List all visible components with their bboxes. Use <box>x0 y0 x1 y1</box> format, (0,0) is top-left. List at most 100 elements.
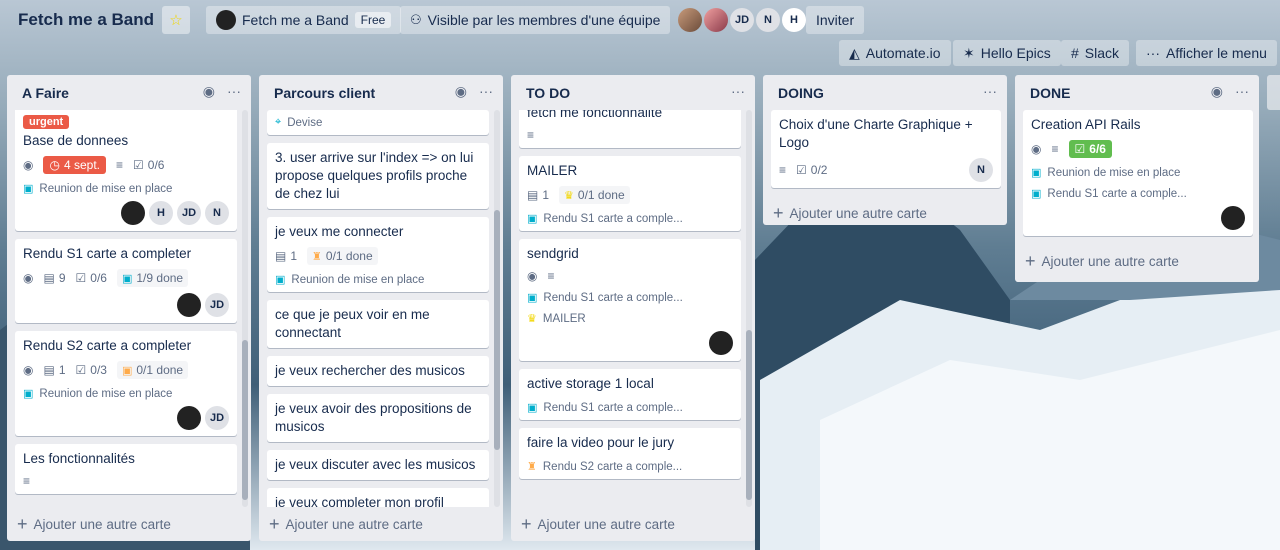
card-link[interactable]: Rendu S1 carte a comple... <box>543 213 682 225</box>
workspace-logo-icon <box>216 10 236 30</box>
watch-icon: ◉ <box>23 271 34 285</box>
slack-button[interactable]: # Slack <box>1061 40 1130 66</box>
list-menu-icon[interactable]: ··· <box>227 83 241 100</box>
card-link[interactable]: Reunion de mise en place <box>291 274 424 286</box>
member-avatar[interactable] <box>678 8 702 32</box>
description-icon: ≡ <box>23 474 31 488</box>
visibility-button[interactable]: ⚇ Visible par les membres d'une équipe <box>400 6 671 34</box>
card-link[interactable]: Rendu S1 carte a comple... <box>543 402 682 414</box>
list-title[interactable]: DONE <box>1030 85 1070 101</box>
card[interactable]: urgent Base de donnees ◉ ◷ 4 sept. ≡ ☑ 0/6… <box>15 110 237 231</box>
list-scrollbar[interactable] <box>242 110 248 507</box>
automate-button[interactable]: ◭ Automate.io <box>839 40 951 66</box>
card-link-icon: ⌖ <box>275 116 282 128</box>
card-title: fetch me fonctionnalite <box>527 110 663 120</box>
list-title[interactable]: A Faire <box>22 85 69 101</box>
checklist-badge: ☑ 0/3 <box>75 363 107 377</box>
member-avatar[interactable]: N <box>969 158 993 182</box>
card[interactable]: je veux discuter avec les musicos <box>267 450 489 480</box>
card-link[interactable]: MAILER <box>543 313 586 325</box>
board-title[interactable]: Fetch me a Band <box>18 10 154 30</box>
list-menu-icon[interactable]: ··· <box>731 83 745 99</box>
list-scrollbar[interactable] <box>746 110 752 507</box>
card[interactable]: Choix d'une Charte Graphique + Logo ≡ ☑ 0… <box>771 110 1001 188</box>
add-card-button[interactable]: + Ajouter une autre carte <box>1015 244 1259 278</box>
attachment-icon: ▤ <box>527 188 539 202</box>
list-title[interactable]: TO DO <box>526 85 570 101</box>
member-avatar[interactable]: JD <box>730 8 754 32</box>
workspace-button[interactable]: Fetch me a Band Free <box>206 6 402 34</box>
progress-badge: ♜ 0/1 done <box>307 247 378 265</box>
card[interactable]: sendgrid ◉ ≡ ▣ Rendu S1 carte a comple...… <box>519 239 741 361</box>
list-parcours-client: Parcours client ◉ ··· ⌖ Devise 3. user arr… <box>259 75 503 541</box>
show-menu-button[interactable]: ··· Afficher le menu <box>1136 40 1277 66</box>
add-card-button[interactable]: + Ajouter une autre carte <box>259 507 503 541</box>
card[interactable]: Rendu S1 carte a completer ◉ ▤ 9 ☑ 0/6 ▣ 1/… <box>15 239 237 323</box>
add-card-button[interactable]: + Ajouter une autre carte <box>7 507 251 541</box>
card[interactable]: Creation API Rails ◉ ≡ ☑ 6/6 ▣ Reunion de … <box>1023 110 1253 236</box>
list-scrollbar[interactable] <box>494 110 500 507</box>
member-avatar[interactable] <box>177 293 201 317</box>
card-title: ce que je peux voir en me connectant <box>275 307 430 340</box>
card-title: je veux avoir des propositions de musico… <box>275 401 472 434</box>
member-avatar[interactable]: JD <box>205 406 229 430</box>
member-avatar[interactable]: H <box>782 8 806 32</box>
star-button[interactable]: ☆ <box>162 6 190 34</box>
card-link[interactable]: Rendu S1 carte a comple... <box>543 292 682 304</box>
card-link[interactable]: Rendu S2 carte a comple... <box>543 461 682 473</box>
member-avatar[interactable]: N <box>756 8 780 32</box>
card-link[interactable]: Reunion de mise en place <box>39 388 172 400</box>
progress-badge: ♛ 0/1 done <box>559 186 630 204</box>
watch-icon[interactable]: ◉ <box>455 83 467 100</box>
add-list-button[interactable] <box>1267 75 1280 110</box>
member-avatar[interactable]: JD <box>205 293 229 317</box>
watch-icon: ◉ <box>23 363 34 377</box>
member-avatar[interactable]: JD <box>177 201 201 225</box>
member-avatar[interactable]: H <box>149 201 173 225</box>
list-menu-icon[interactable]: ··· <box>983 83 997 99</box>
card-link-icon: ▣ <box>1031 188 1042 200</box>
card[interactable]: ⌖ Devise <box>267 110 489 135</box>
epics-button[interactable]: ✶ Hello Epics <box>953 40 1061 66</box>
visibility-label: Visible par les membres d'une équipe <box>427 12 661 28</box>
card[interactable]: fetch me fonctionnalite ≡ <box>519 110 741 148</box>
card-link-icon: ♜ <box>527 461 537 473</box>
card-link[interactable]: Devise <box>287 117 322 129</box>
card[interactable]: je veux completer mon profil <box>267 488 489 507</box>
card-link[interactable]: Reunion de mise en place <box>1047 167 1180 179</box>
card-link[interactable]: Reunion de mise en place <box>39 183 172 195</box>
card[interactable]: active storage 1 local ▣ Rendu S1 carte a… <box>519 369 741 420</box>
card[interactable]: 3. user arrive sur l'index => on lui pro… <box>267 143 489 209</box>
description-icon: ≡ <box>1051 142 1059 156</box>
member-avatar[interactable]: N <box>205 201 229 225</box>
card[interactable]: je veux me connecter ▤ 1 ♜ 0/1 done ▣ Reuni… <box>267 217 489 292</box>
card[interactable]: je veux rechercher des musicos <box>267 356 489 386</box>
list-title[interactable]: Parcours client <box>274 85 375 101</box>
watch-icon[interactable]: ◉ <box>1211 83 1223 100</box>
card-link-icon: ▣ <box>527 213 538 225</box>
card[interactable]: faire la video pour le jury ♜ Rendu S2 ca… <box>519 428 741 479</box>
member-avatar[interactable] <box>1221 206 1245 230</box>
card[interactable]: je veux avoir des propositions de musico… <box>267 394 489 442</box>
list-menu-icon[interactable]: ··· <box>1235 83 1249 100</box>
card[interactable]: Rendu S2 carte a completer ◉ ▤ 1 ☑ 0/3 ▣ 0/… <box>15 331 237 436</box>
card-title: je veux completer mon profil <box>275 495 444 507</box>
invite-button[interactable]: Inviter <box>806 6 865 34</box>
member-avatar[interactable] <box>177 406 201 430</box>
card[interactable]: Les fonctionnalités ≡ <box>15 444 237 494</box>
attachment-badge: ▤ 1 <box>43 363 66 377</box>
add-card-button[interactable]: + Ajouter une autre carte <box>763 196 1007 230</box>
star-icon: ☆ <box>169 12 183 29</box>
card-title: Rendu S2 carte a completer <box>23 338 192 353</box>
member-avatar[interactable] <box>704 8 728 32</box>
member-avatar[interactable] <box>709 331 733 355</box>
list-menu-icon[interactable]: ··· <box>479 83 493 100</box>
card-link[interactable]: Rendu S1 carte a comple... <box>1047 188 1186 200</box>
card[interactable]: MAILER ▤ 1 ♛ 0/1 done ▣ Rendu S1 carte a co… <box>519 156 741 231</box>
add-card-button[interactable]: + Ajouter une autre carte <box>511 507 755 541</box>
list-title[interactable]: DOING <box>778 85 824 101</box>
watch-icon[interactable]: ◉ <box>203 83 215 100</box>
member-avatar[interactable] <box>121 201 145 225</box>
card[interactable]: ce que je peux voir en me connectant <box>267 300 489 348</box>
checklist-badge: ☑ 0/6 <box>75 271 107 285</box>
